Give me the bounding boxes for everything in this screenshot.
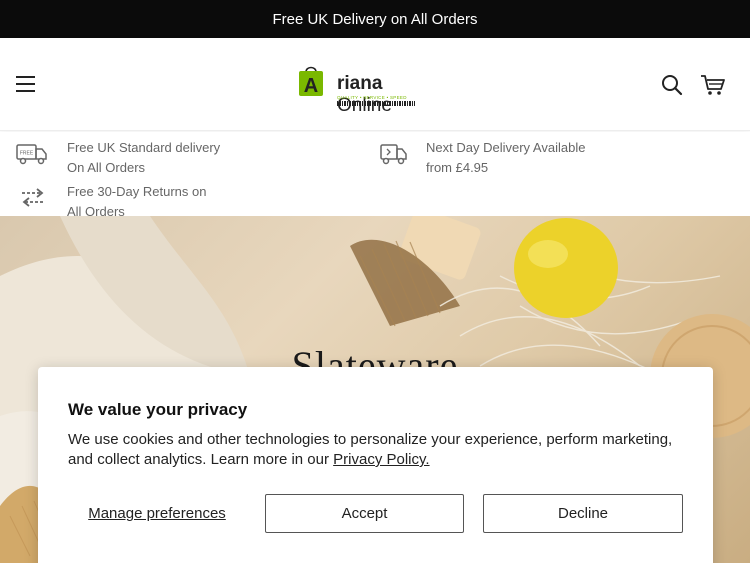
announcement-bar: Free UK Delivery on All Orders (0, 0, 750, 38)
svg-text:FREE: FREE (20, 151, 34, 157)
returns-arrows-icon (22, 188, 44, 207)
fast-truck-icon (380, 144, 407, 165)
privacy-policy-link[interactable]: Privacy Policy. (333, 451, 429, 468)
delivery-truck-icon: FREE (16, 144, 47, 165)
features-strip: FREE Free UK Standard delivery On All Or… (0, 132, 750, 219)
cookie-message: We use cookies and other technologies to… (68, 431, 673, 468)
accept-button[interactable]: Accept (265, 494, 464, 533)
feature-next-day: Next Day Delivery Available from £4.95 (377, 138, 585, 177)
cookie-title: We value your privacy (68, 400, 248, 419)
cookie-consent-dialog: We value your privacy We use cookies and… (38, 367, 713, 563)
feature-line: Next Day Delivery Available (426, 140, 586, 155)
logo-barcode (337, 101, 415, 106)
manage-preferences-button[interactable]: Manage preferences (68, 494, 246, 533)
feature-line: On All Orders (67, 159, 146, 175)
site-logo[interactable]: A riana Online QUALITY • SERVICE • SPEED (297, 63, 442, 116)
feature-free-delivery: FREE Free UK Standard delivery On All Or… (15, 138, 220, 177)
logo-letter: A (304, 75, 318, 97)
announcement-text: Free UK Delivery on All Orders (272, 10, 478, 28)
feature-line: Free UK Standard delivery (67, 140, 221, 155)
feature-line: from £4.95 (426, 159, 489, 175)
site-header: A riana Online QUALITY • SERVICE • SPEED (0, 38, 750, 131)
logo-tagline: QUALITY • SERVICE • SPEED (337, 95, 407, 100)
cart-icon[interactable] (699, 72, 725, 98)
shopping-bag-logo-icon: A (299, 66, 323, 97)
menu-icon[interactable] (16, 76, 35, 92)
decline-button[interactable]: Decline (483, 494, 683, 533)
feature-line: Free 30-Day Returns on (67, 184, 207, 199)
search-icon[interactable] (659, 72, 685, 98)
